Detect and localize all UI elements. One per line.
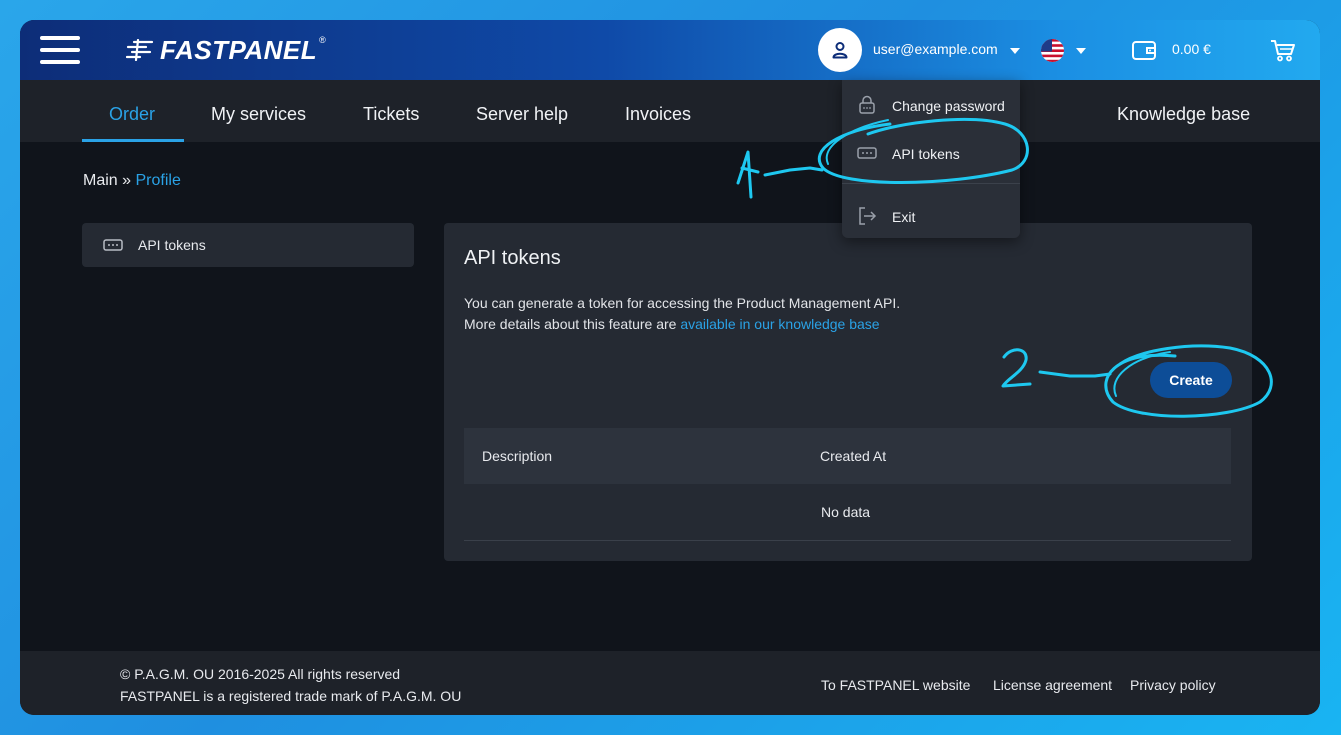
column-description[interactable]: Description — [482, 448, 552, 464]
active-tab-indicator — [82, 139, 184, 142]
app-window: FASTPANEL ® user@example.com 0.00 € Orde… — [20, 20, 1320, 715]
footer-link-license[interactable]: License agreement — [993, 677, 1112, 693]
api-tokens-panel: API tokens You can generate a token for … — [444, 223, 1252, 561]
lock-icon — [859, 95, 875, 114]
menu-item-api-tokens[interactable]: API tokens — [842, 130, 1020, 174]
footer-trademark: FASTPANEL is a registered trade mark of … — [120, 688, 462, 704]
nav-tickets[interactable]: Tickets — [363, 104, 419, 125]
breadcrumb-main[interactable]: Main — [83, 172, 118, 189]
empty-state-text: No data — [821, 504, 871, 520]
description-line-1: You can generate a token for accessing t… — [464, 295, 901, 311]
menu-item-label: Exit — [892, 209, 916, 225]
menu-item-exit[interactable]: Exit — [842, 193, 1020, 237]
panel-title: API tokens — [464, 247, 561, 269]
language-chevron-down-icon[interactable] — [1076, 48, 1086, 54]
menu-item-change-password[interactable]: Change password — [842, 82, 1020, 126]
menu-item-label: API tokens — [892, 146, 960, 162]
token-icon — [103, 239, 123, 251]
cart-icon[interactable] — [1270, 38, 1296, 62]
nav-my-services[interactable]: My services — [211, 104, 306, 125]
footer-copyright: © P.A.G.M. OU 2016-2025 All rights reser… — [120, 666, 401, 682]
us-flag-icon[interactable] — [1041, 39, 1064, 62]
create-token-button[interactable]: Create — [1150, 362, 1232, 398]
annotation-number-1 — [736, 150, 760, 199]
breadcrumb: Main » Profile — [83, 172, 181, 190]
logout-icon — [859, 207, 877, 225]
description-prefix: More details about this feature are — [464, 316, 681, 332]
token-icon — [857, 147, 877, 159]
user-menu-chevron-down-icon[interactable] — [1010, 48, 1020, 54]
main-nav: Order My services Tickets Server help In… — [20, 80, 1320, 142]
user-email[interactable]: user@example.com — [873, 41, 998, 57]
column-created-at[interactable]: Created At — [820, 448, 886, 464]
table-empty-row: No data — [464, 484, 1231, 541]
logo-mark-icon — [126, 39, 154, 61]
nav-server-help[interactable]: Server help — [476, 104, 568, 125]
knowledge-base-link[interactable]: available in our knowledge base — [680, 316, 879, 332]
nav-order[interactable]: Order — [109, 104, 155, 125]
breadcrumb-profile[interactable]: Profile — [135, 172, 180, 189]
sidebar-item-api-tokens[interactable]: API tokens — [82, 223, 414, 267]
account-balance: 0.00 € — [1172, 41, 1211, 57]
registered-mark: ® — [319, 35, 326, 45]
menu-item-label: Change password — [892, 98, 1005, 114]
nav-invoices[interactable]: Invoices — [625, 104, 691, 125]
user-avatar-icon[interactable] — [818, 28, 862, 72]
nav-knowledge-base[interactable]: Knowledge base — [1117, 104, 1250, 125]
menu-divider — [842, 183, 1020, 184]
breadcrumb-separator: » — [117, 172, 136, 189]
footer-link-privacy[interactable]: Privacy policy — [1130, 677, 1216, 693]
fastpanel-logo[interactable]: FASTPANEL ® — [126, 34, 326, 66]
wallet-icon[interactable] — [1131, 38, 1157, 62]
footer-link-website[interactable]: To FASTPANEL website — [821, 677, 970, 693]
footer: © P.A.G.M. OU 2016-2025 All rights reser… — [20, 651, 1320, 715]
sidebar-item-label: API tokens — [138, 237, 206, 253]
menu-icon[interactable] — [40, 34, 82, 66]
top-bar: FASTPANEL ® user@example.com 0.00 € — [20, 20, 1320, 80]
description-line-2: More details about this feature are avai… — [464, 314, 900, 335]
user-icon — [832, 42, 848, 59]
panel-description: You can generate a token for accessing t… — [464, 293, 900, 335]
user-dropdown-menu: Change password API tokens Exit — [842, 80, 1020, 238]
table-header: Description Created At — [464, 428, 1231, 484]
logo-text: FASTPANEL — [160, 34, 318, 65]
